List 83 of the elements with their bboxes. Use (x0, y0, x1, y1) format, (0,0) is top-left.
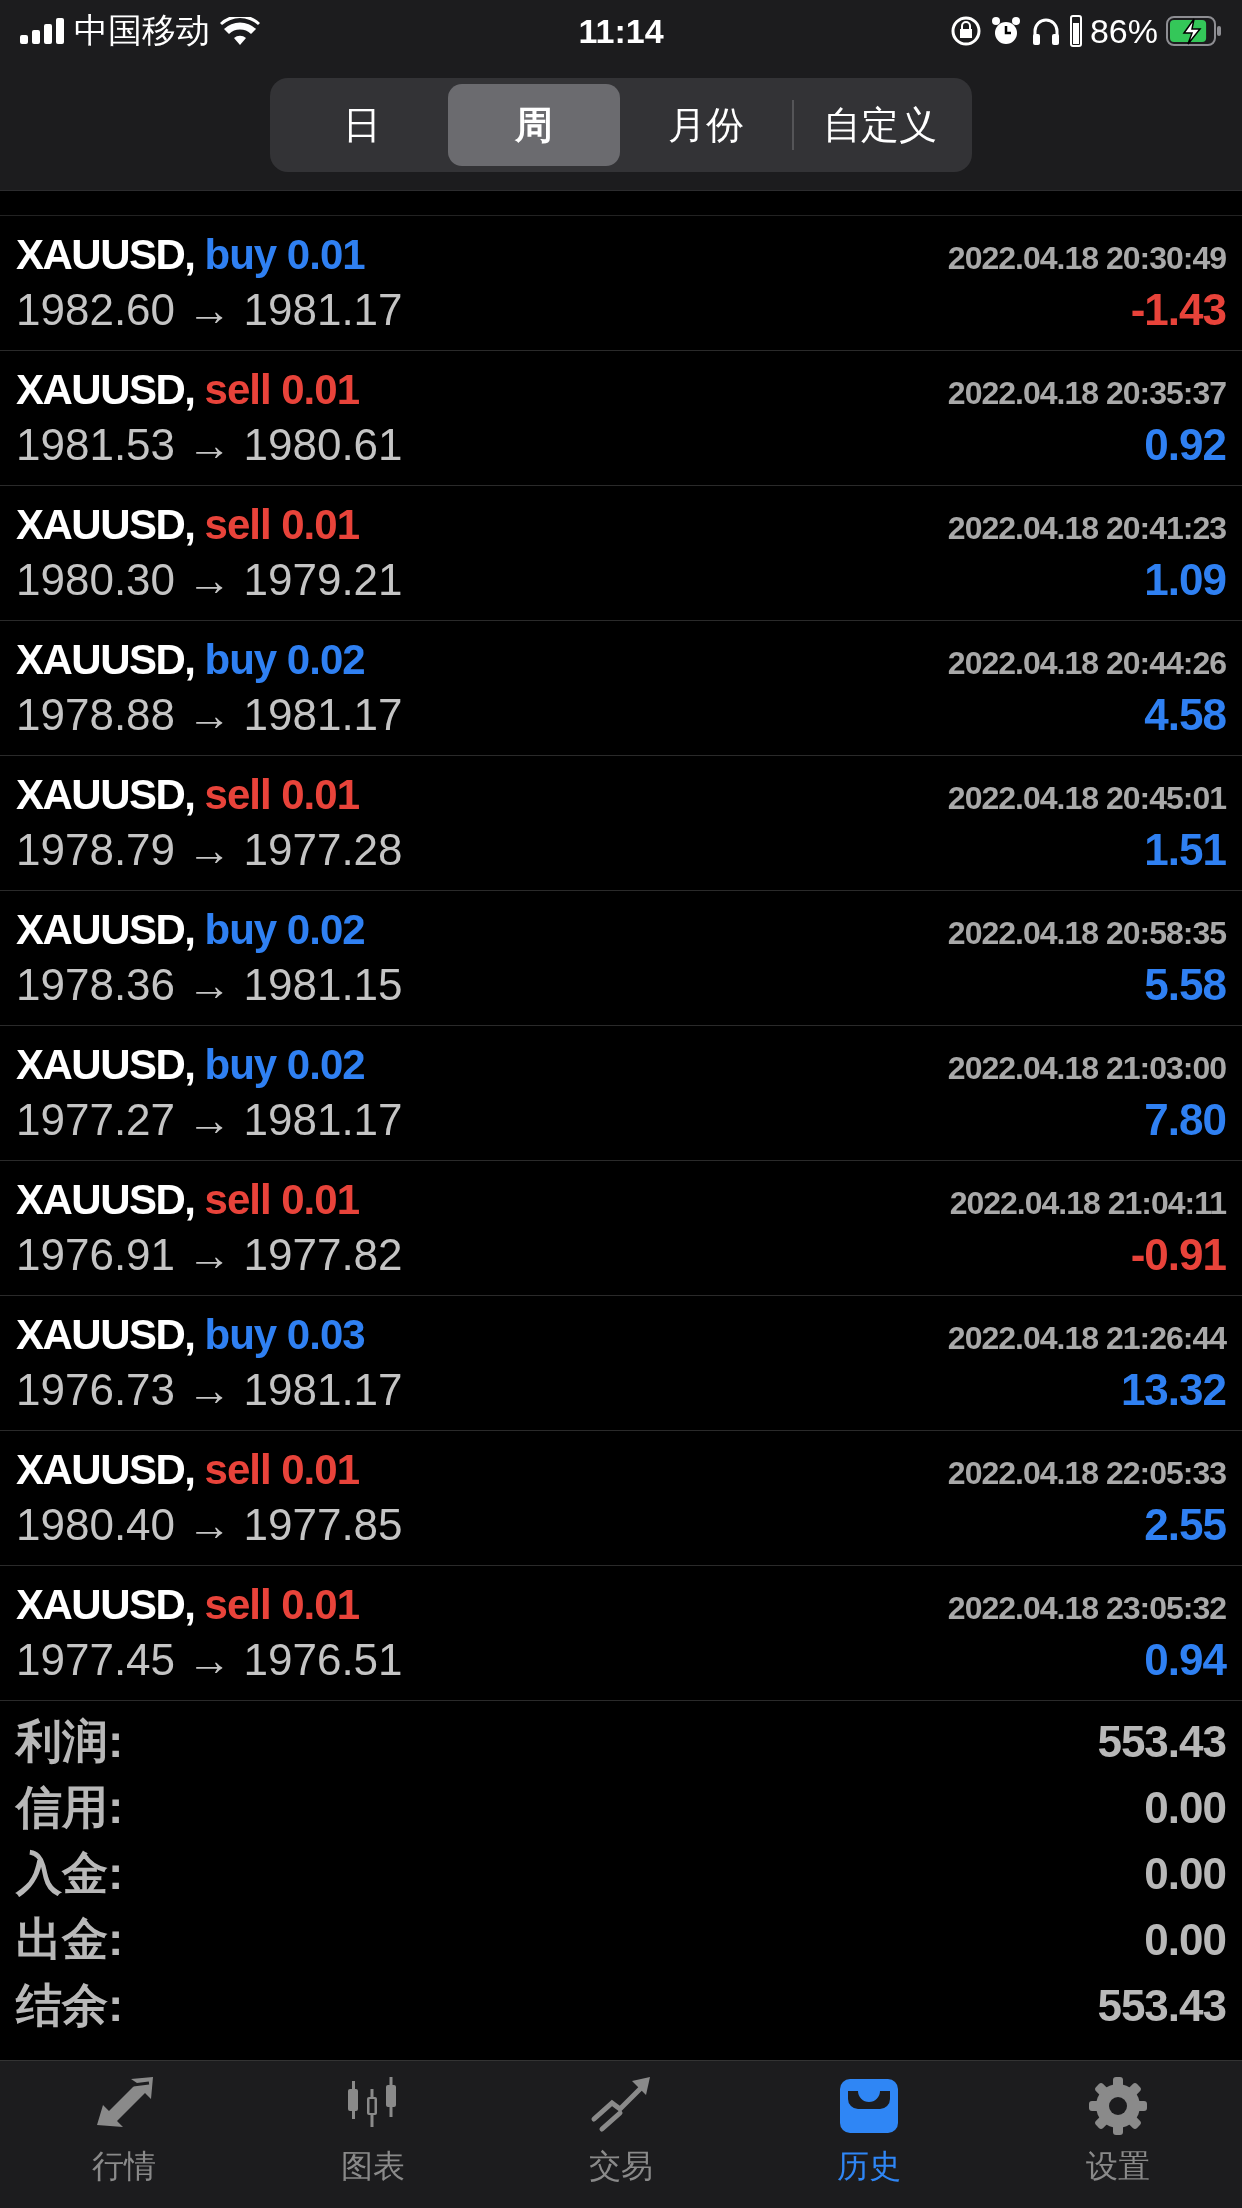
summary-value: 0.00 (1144, 1915, 1226, 1965)
deal-time: 2022.04.18 20:44:26 (947, 645, 1226, 682)
price-change: 1978.79 → 1977.28 (16, 825, 403, 875)
symbol-label: XAUUSD, (16, 1176, 195, 1224)
profit-value: 0.94 (1144, 1635, 1226, 1685)
summary-label: 利润: (16, 1714, 124, 1769)
order-label: sell 0.01 (204, 1176, 359, 1224)
order-label: buy 0.02 (204, 636, 365, 684)
period-tab[interactable]: 周 (448, 84, 620, 166)
period-tab[interactable]: 自定义 (794, 84, 966, 166)
order-label: sell 0.01 (204, 501, 359, 549)
summary-value: 553.43 (1097, 1981, 1226, 2031)
price-change: 1978.36 → 1981.15 (16, 960, 403, 1010)
summary-value: 553.43 (1097, 1717, 1226, 1767)
tab-bar-item[interactable]: 交易 (520, 2075, 721, 2189)
profit-value: 7.80 (1144, 1095, 1226, 1145)
symbol-label: XAUUSD, (16, 1041, 195, 1089)
profit-value: -0.91 (1130, 1230, 1226, 1280)
carrier-name: 中国移动 (74, 10, 210, 51)
profit-value: 4.58 (1144, 690, 1226, 740)
symbol-label: XAUUSD, (16, 636, 195, 684)
tab-bar-item[interactable]: 设置 (1017, 2075, 1218, 2189)
period-tab[interactable]: 月份 (620, 84, 792, 166)
summary-value: 0.00 (1144, 1849, 1226, 1899)
symbol-label: XAUUSD, (16, 366, 195, 414)
symbol-label: XAUUSD, (16, 1446, 195, 1494)
deal-time: 2022.04.18 21:26:44 (947, 1320, 1226, 1357)
deal-time: 2022.04.18 21:03:00 (947, 1050, 1226, 1087)
profit-value: 1.09 (1144, 555, 1226, 605)
order-label: sell 0.01 (204, 366, 359, 414)
tab-bar-item[interactable]: 图表 (272, 2075, 473, 2189)
symbol-label: XAUUSD, (16, 1311, 195, 1359)
alarm-icon (989, 15, 1022, 47)
symbol-label: XAUUSD, (16, 231, 195, 279)
clock-time: 11:14 (578, 11, 664, 50)
price-change: 1980.40 → 1977.85 (16, 1500, 403, 1550)
signal-icon (20, 18, 64, 44)
symbol-label: XAUUSD, (16, 906, 195, 954)
order-label: buy 0.02 (204, 1041, 365, 1089)
order-label: sell 0.01 (204, 771, 359, 819)
summary-label: 结余: (16, 1978, 124, 2033)
price-change: 1981.53 → 1980.61 (16, 420, 403, 470)
battery-percent: 86% (1089, 11, 1158, 51)
symbol-label: XAUUSD, (16, 771, 195, 819)
order-label: buy 0.03 (204, 1311, 365, 1359)
deal-time: 2022.04.18 22:05:33 (947, 1455, 1226, 1492)
battery-level-icon (1069, 15, 1082, 47)
summary-label: 信用: (16, 1780, 124, 1835)
deal-time: 2022.04.18 20:35:37 (947, 375, 1226, 412)
deal-time: 2022.04.18 21:04:11 (949, 1185, 1226, 1222)
summary-label: 出金: (16, 1912, 124, 1967)
order-label: sell 0.01 (204, 1581, 359, 1629)
price-change: 1980.30 → 1979.21 (16, 555, 403, 605)
rotation-lock-icon (949, 15, 982, 47)
deal-time: 2022.04.18 20:45:01 (947, 780, 1226, 817)
order-label: buy 0.02 (204, 906, 365, 954)
order-label: buy 0.01 (204, 231, 365, 279)
profit-value: 1.51 (1144, 825, 1226, 875)
profit-value: 2.55 (1144, 1500, 1226, 1550)
summary-label: 入金: (16, 1846, 124, 1901)
tab-bar-item[interactable]: 行情 (24, 2075, 225, 2189)
profit-value: 5.58 (1144, 960, 1226, 1010)
tab-bar-item[interactable]: 历史 (769, 2075, 970, 2189)
summary-value: 0.00 (1144, 1783, 1226, 1833)
profit-value: -1.43 (1130, 285, 1226, 335)
deal-time: 2022.04.18 20:41:23 (947, 510, 1226, 547)
price-change: 1978.88 → 1981.17 (16, 690, 403, 740)
order-label: sell 0.01 (204, 1446, 359, 1494)
price-change: 1977.27 → 1981.17 (16, 1095, 403, 1145)
wifi-icon (220, 17, 260, 45)
price-change: 1977.45 → 1976.51 (16, 1635, 403, 1685)
profit-value: 0.92 (1144, 420, 1226, 470)
deal-time: 2022.04.18 20:58:35 (947, 915, 1226, 952)
price-change: 1982.60 → 1981.17 (16, 285, 403, 335)
price-change: 1976.73 → 1981.17 (16, 1365, 403, 1415)
symbol-label: XAUUSD, (16, 501, 195, 549)
period-tab[interactable]: 日 (276, 84, 448, 166)
settings-icon (1086, 2075, 1149, 2137)
price-change: 1976.91 → 1977.82 (16, 1230, 403, 1280)
profit-value: 13.32 (1120, 1365, 1226, 1415)
deal-time: 2022.04.18 20:30:49 (947, 240, 1226, 277)
symbol-label: XAUUSD, (16, 1581, 195, 1629)
deal-time: 2022.04.18 23:05:32 (947, 1590, 1226, 1627)
